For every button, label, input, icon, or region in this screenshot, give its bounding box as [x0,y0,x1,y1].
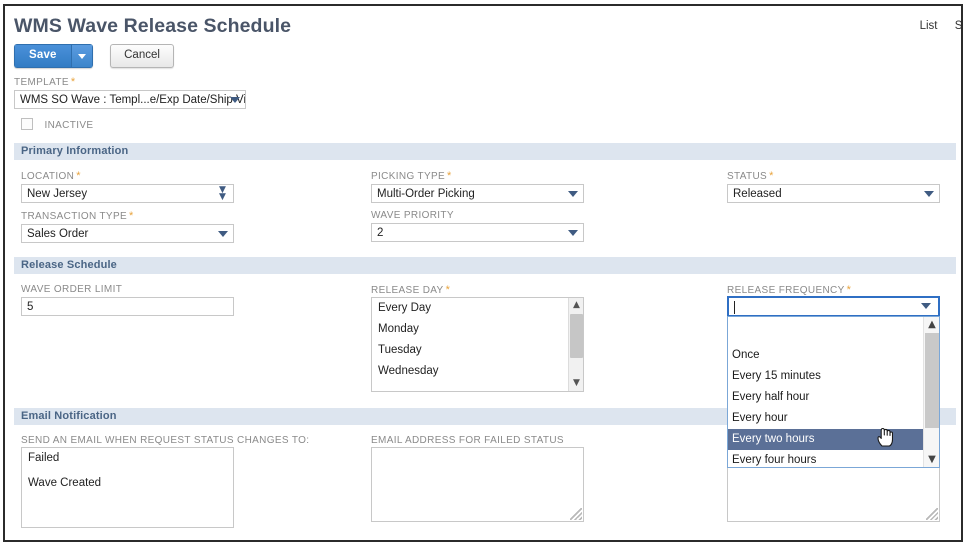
required-marker: * [446,284,451,296]
chevron-down-icon [78,54,86,59]
save-button[interactable]: Save [14,44,71,68]
release-day-scrollbar[interactable]: ▲ ▼ [568,298,583,391]
wave-priority-field: WAVE PRIORITY 2 [371,210,584,242]
release-frequency-label: RELEASE FREQUENCY* [727,284,851,296]
toolbar: Save Cancel [14,44,174,68]
wave-order-limit-label: WAVE ORDER LIMIT [21,284,234,295]
wave-order-limit-value: 5 [27,301,33,313]
release-frequency-combobox[interactable] [727,296,940,317]
required-marker: * [129,210,134,222]
inactive-label: INACTIVE [44,120,93,131]
chevron-down-icon [924,191,934,197]
cancel-button[interactable]: Cancel [110,44,174,68]
dropdown-option-every-two-hours[interactable]: Every two hours [728,429,923,450]
header-link-search[interactable]: Sear [955,20,963,32]
text-caret [734,301,735,314]
release-day-label: RELEASE DAY* [371,284,450,296]
dropdown-option-every-four-hours[interactable]: Every four hours [728,450,923,468]
section-header-release-schedule: Release Schedule [14,257,956,274]
wave-order-limit-input[interactable]: 5 [21,297,234,316]
required-marker: * [769,170,774,182]
chevron-up-icon[interactable]: ▲ [569,298,584,313]
status-changes-listbox[interactable]: Failed Wave Created [21,447,234,528]
template-field: TEMPLATE* WMS SO Wave : Templ...e/Exp Da… [14,76,246,109]
required-marker: * [71,76,76,88]
list-item[interactable]: Wednesday [372,361,583,382]
section-header-primary-information: Primary Information [14,143,956,160]
wave-priority-label: WAVE PRIORITY [371,210,584,221]
location-field: LOCATION* New Jersey ▼▼ [21,170,234,203]
status-changes-label: SEND AN EMAIL WHEN REQUEST STATUS CHANGE… [21,435,309,446]
release-frequency-option-list: Once Every 15 minutes Every half hour Ev… [728,317,923,468]
location-select[interactable]: New Jersey ▼▼ [21,184,234,203]
required-marker: * [76,170,81,182]
inactive-checkbox[interactable] [21,118,33,130]
transaction-type-select[interactable]: Sales Order [21,224,234,243]
scrollbar-thumb[interactable] [570,314,583,358]
page-title: WMS Wave Release Schedule [14,15,291,38]
chevron-down-icon[interactable]: ▼ [569,376,584,391]
chevron-down-icon[interactable]: ▼ [924,452,940,467]
status-label: STATUS* [727,170,940,182]
required-marker: * [847,284,852,296]
dropdown-option-blank[interactable] [728,317,923,345]
picking-type-select[interactable]: Multi-Order Picking [371,184,584,203]
inactive-checkbox-row[interactable]: INACTIVE [21,115,93,133]
dropdown-option-once[interactable]: Once [728,345,923,366]
save-dropdown-button[interactable] [71,44,93,68]
location-label: LOCATION* [21,170,234,182]
release-day-field: RELEASE DAY* [371,284,450,298]
double-chevron-down-icon: ▼▼ [217,187,228,201]
status-field: STATUS* Released [727,170,940,203]
wms-wave-release-schedule-page: WMS Wave Release Schedule List Sear Save… [0,0,966,547]
list-item[interactable]: Wave Created [22,469,233,494]
release-day-listbox[interactable]: Every Day Monday Tuesday Wednesday ▲ ▼ [371,297,584,392]
resize-handle[interactable] [570,508,582,520]
page-frame: WMS Wave Release Schedule List Sear Save… [3,4,963,542]
picking-type-value: Multi-Order Picking [377,188,475,200]
failed-email-label: EMAIL ADDRESS FOR FAILED STATUS [371,435,564,446]
failed-email-textarea[interactable] [371,447,584,522]
chevron-down-icon [230,97,240,103]
location-value: New Jersey [27,188,87,200]
scrollbar-thumb[interactable] [925,333,939,428]
status-select[interactable]: Released [727,184,940,203]
template-value: WMS SO Wave : Templ...e/Exp Date/Ship Vi… [20,94,246,106]
resize-handle[interactable] [926,508,938,520]
wave-priority-value: 2 [377,227,383,239]
list-item[interactable]: Failed [22,448,233,469]
chevron-down-icon [568,191,578,197]
picking-type-label: PICKING TYPE* [371,170,584,182]
dropdown-option-every-half-hour[interactable]: Every half hour [728,387,923,408]
transaction-type-label: TRANSACTION TYPE* [21,210,234,222]
save-button-group: Save [14,44,93,68]
chevron-down-icon[interactable] [921,303,931,309]
wave-priority-select[interactable]: 2 [371,223,584,242]
required-marker: * [447,170,452,182]
transaction-type-value: Sales Order [27,228,88,240]
dropdown-option-every-hour[interactable]: Every hour [728,408,923,429]
picking-type-field: PICKING TYPE* Multi-Order Picking [371,170,584,203]
template-select[interactable]: WMS SO Wave : Templ...e/Exp Date/Ship Vi… [14,90,246,109]
release-frequency-dropdown[interactable]: Once Every 15 minutes Every half hour Ev… [727,316,940,468]
release-frequency-scrollbar[interactable]: ▲ ▼ [923,317,939,467]
chevron-up-icon[interactable]: ▲ [924,317,940,332]
template-label: TEMPLATE* [14,76,246,88]
list-item[interactable]: Tuesday [372,340,583,361]
list-item[interactable]: Monday [372,319,583,340]
status-value: Released [733,188,782,200]
chevron-down-icon [218,231,228,237]
transaction-type-field: TRANSACTION TYPE* Sales Order [21,210,234,243]
list-item[interactable]: Every Day [372,298,583,319]
header-links: List Sear [906,20,963,32]
chevron-down-icon [568,230,578,236]
dropdown-option-every-15-minutes[interactable]: Every 15 minutes [728,366,923,387]
header-link-list[interactable]: List [920,20,938,32]
wave-order-limit-field: WAVE ORDER LIMIT 5 [21,284,234,316]
